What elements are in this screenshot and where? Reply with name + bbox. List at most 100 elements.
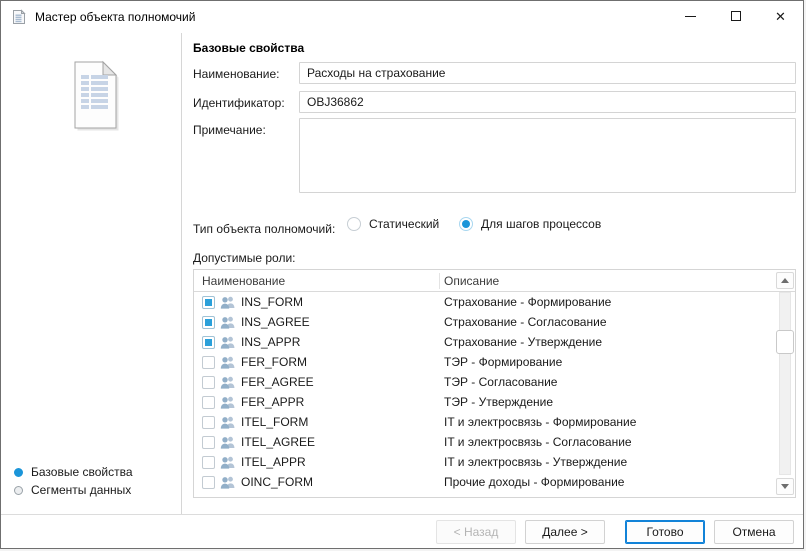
table-row[interactable]: INS_APPR Страхование - Утверждение (194, 332, 775, 352)
scrollbar-track[interactable] (779, 292, 791, 475)
role-name-cell: ITEL_AGREE (194, 435, 439, 449)
role-checkbox[interactable] (202, 396, 215, 409)
users-group-icon (220, 476, 236, 489)
scroll-up-button[interactable] (776, 272, 794, 289)
radio-process-steps-label: Для шагов процессов (481, 217, 601, 231)
table-row[interactable]: INS_FORM Страхование - Формирование (194, 292, 775, 312)
minimize-button[interactable] (668, 1, 713, 31)
role-checkbox[interactable] (202, 416, 215, 429)
column-header-description[interactable]: Описание (439, 274, 499, 288)
radio-static[interactable] (347, 217, 361, 231)
scroll-down-button[interactable] (776, 478, 794, 495)
role-checkbox[interactable] (202, 376, 215, 389)
role-name: FER_AGREE (241, 375, 314, 389)
role-checkbox[interactable] (202, 436, 215, 449)
role-description: ТЭР - Согласование (439, 375, 775, 389)
window-title: Мастер объекта полномочий (35, 10, 195, 24)
role-name-cell: FER_AGREE (194, 375, 439, 389)
role-description: Страхование - Утверждение (439, 335, 775, 349)
users-group-icon (220, 296, 236, 309)
document-artwork (71, 59, 121, 136)
close-icon: ✕ (775, 10, 786, 23)
identifier-input[interactable] (299, 91, 796, 113)
role-name-cell: ITEL_FORM (194, 415, 439, 429)
name-input[interactable] (299, 62, 796, 84)
roles-label: Допустимые роли: (193, 251, 296, 265)
identifier-label: Идентификатор: (193, 96, 285, 110)
role-description: ТЭР - Формирование (439, 355, 775, 369)
maximize-icon (731, 11, 741, 21)
users-group-icon (220, 436, 236, 449)
document-icon (11, 9, 27, 25)
step-indicator-dot (14, 468, 23, 477)
role-checkbox[interactable] (202, 336, 215, 349)
scrollbar-thumb[interactable] (776, 330, 794, 354)
radio-process-steps[interactable] (459, 217, 473, 231)
role-name-cell: FER_APPR (194, 395, 439, 409)
users-group-icon (220, 356, 236, 369)
role-checkbox[interactable] (202, 356, 215, 369)
minimize-icon (685, 16, 696, 17)
name-label: Наименование: (193, 67, 280, 81)
sidebar-separator (181, 33, 182, 514)
roles-table-header[interactable]: Наименование Описание (194, 270, 795, 292)
role-name: ITEL_AGREE (241, 435, 315, 449)
role-name: INS_APPR (241, 335, 300, 349)
table-row[interactable]: OINC_FORM Прочие доходы - Формирование (194, 472, 775, 492)
role-name-cell: ITEL_APPR (194, 455, 439, 469)
role-name: ITEL_APPR (241, 455, 306, 469)
type-label: Тип объекта полномочий: (193, 222, 335, 236)
finish-button[interactable]: Готово (625, 520, 705, 544)
wizard-steps-nav: Базовые свойства Сегменты данных (14, 463, 133, 499)
role-description: Страхование - Согласование (439, 315, 775, 329)
users-group-icon (220, 316, 236, 329)
table-row[interactable]: ITEL_FORM IT и электросвязь - Формирован… (194, 412, 775, 432)
role-checkbox[interactable] (202, 456, 215, 469)
role-name-cell: FER_FORM (194, 355, 439, 369)
step-indicator-dot (14, 486, 23, 495)
role-description: IT и электросвязь - Согласование (439, 435, 775, 449)
role-description: IT и электросвязь - Формирование (439, 415, 775, 429)
wizard-window: Мастер объекта полномочий ✕ Базовые свой… (0, 0, 804, 549)
note-textarea[interactable] (299, 118, 796, 193)
arrow-up-icon (781, 278, 789, 283)
cancel-button[interactable]: Отмена (714, 520, 794, 544)
role-name-cell: INS_AGREE (194, 315, 439, 329)
role-checkbox[interactable] (202, 316, 215, 329)
window-controls: ✕ (668, 1, 803, 31)
role-name-cell: INS_APPR (194, 335, 439, 349)
close-button[interactable]: ✕ (758, 1, 803, 31)
nav-item-basic-properties[interactable]: Базовые свойства (14, 463, 133, 481)
radio-static-label: Статический (369, 217, 439, 231)
table-row[interactable]: ITEL_APPR IT и электросвязь - Утверждени… (194, 452, 775, 472)
role-description: IT и электросвязь - Утверждение (439, 455, 775, 469)
users-group-icon (220, 376, 236, 389)
table-row[interactable]: FER_APPR ТЭР - Утверждение (194, 392, 775, 412)
nav-item-data-segments[interactable]: Сегменты данных (14, 481, 133, 499)
title-bar[interactable]: Мастер объекта полномочий ✕ (1, 1, 803, 33)
role-name-cell: OINC_FORM (194, 475, 439, 489)
type-option-process-steps[interactable]: Для шагов процессов (459, 217, 601, 231)
footer-buttons: < Назад Далее > Готово Отмена (1, 515, 794, 549)
type-option-static[interactable]: Статический (347, 217, 439, 231)
role-name: FER_FORM (241, 355, 307, 369)
role-description: ТЭР - Утверждение (439, 395, 775, 409)
role-checkbox[interactable] (202, 296, 215, 309)
back-button[interactable]: < Назад (436, 520, 516, 544)
table-row[interactable]: ITEL_AGREE IT и электросвязь - Согласова… (194, 432, 775, 452)
users-group-icon (220, 456, 236, 469)
table-row[interactable]: FER_FORM ТЭР - Формирование (194, 352, 775, 372)
next-button[interactable]: Далее > (525, 520, 605, 544)
role-checkbox[interactable] (202, 476, 215, 489)
users-group-icon (220, 396, 236, 409)
maximize-button[interactable] (713, 1, 758, 31)
role-name: FER_APPR (241, 395, 304, 409)
column-header-name[interactable]: Наименование (194, 274, 439, 288)
roles-table: Наименование Описание INS_FORM Страхован… (193, 269, 796, 498)
section-title: Базовые свойства (193, 41, 304, 55)
table-row[interactable]: FER_AGREE ТЭР - Согласование (194, 372, 775, 392)
table-row[interactable]: INS_AGREE Страхование - Согласование (194, 312, 775, 332)
role-description: Страхование - Формирование (439, 295, 775, 309)
nav-item-label: Базовые свойства (31, 465, 133, 479)
role-name: INS_AGREE (241, 315, 310, 329)
